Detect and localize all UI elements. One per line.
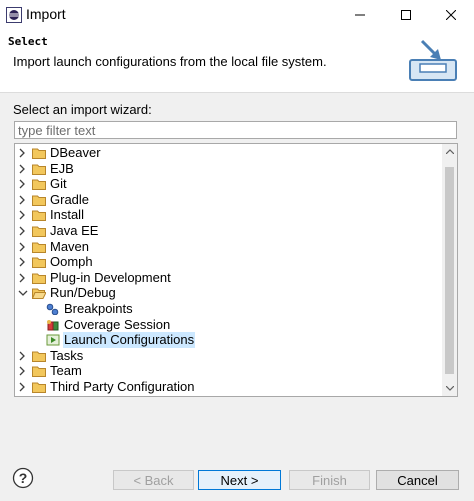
tree-item-label: Third Party Configuration — [50, 379, 195, 394]
folder-icon — [32, 225, 49, 237]
close-button[interactable] — [428, 0, 474, 30]
folder-icon — [32, 365, 49, 378]
tree-folder-item[interactable]: Team — [17, 363, 83, 379]
chevron-right-icon[interactable] — [17, 379, 29, 395]
tree-folder-item[interactable]: Git — [17, 176, 68, 192]
coverage-icon — [46, 319, 63, 331]
wizard-header: Select Import launch configurations from… — [0, 30, 474, 93]
folder-icon — [32, 147, 49, 159]
chevron-right-icon[interactable] — [17, 239, 29, 255]
folder-icon — [32, 163, 49, 175]
chevron-right-icon[interactable] — [17, 254, 29, 270]
folder-icon — [32, 209, 49, 222]
tree-item-label: Team — [50, 363, 82, 379]
tree-item-label: Maven — [50, 238, 90, 254]
wizard-tree[interactable]: DBeaver EJB Git Gradle Install Java EE Maven Oo… — [14, 143, 458, 397]
tree-item-label: Breakpoints — [64, 301, 133, 316]
chevron-right-icon[interactable] — [17, 176, 29, 192]
tree-folder-item[interactable]: Plug-in Development — [17, 270, 172, 286]
tree-item-label: Git — [50, 176, 67, 192]
tree-item-label: Coverage Session — [64, 316, 171, 332]
chevron-right-icon[interactable] — [17, 270, 29, 286]
chevron-right-icon[interactable] — [17, 145, 29, 161]
eclipse-app-icon — [6, 7, 22, 23]
tree-folder-item[interactable]: Maven — [17, 239, 90, 255]
import-banner-icon — [409, 39, 457, 81]
wizard-select-label: Select an import wizard: — [13, 102, 152, 117]
minimize-button[interactable] — [337, 0, 383, 30]
folder-icon — [32, 194, 49, 206]
tree-folder-item[interactable]: EJB — [17, 161, 75, 177]
tree-item-label: Launch Configurations — [63, 332, 196, 349]
back-button[interactable]: < Back — [113, 470, 194, 490]
tree-folder-item[interactable]: Third Party Configuration — [17, 379, 196, 395]
vertical-scrollbar[interactable] — [442, 144, 457, 396]
folder-icon — [32, 178, 49, 191]
tree-folder-item[interactable]: Tasks — [17, 348, 84, 364]
tree-item-label: DBeaver — [50, 145, 101, 160]
tree-leaf-item[interactable]: Launch Configurations — [31, 332, 196, 349]
minimize-icon — [355, 14, 365, 16]
svg-text:?: ? — [19, 470, 28, 486]
close-icon — [446, 10, 456, 20]
chevron-up-icon — [445, 149, 454, 154]
finish-button[interactable]: Finish — [289, 470, 370, 490]
chevron-right-icon[interactable] — [17, 161, 29, 177]
scroll-down-arrow[interactable] — [442, 381, 457, 396]
page-description: Import launch configurations from the lo… — [13, 54, 327, 69]
help-icon[interactable]: ? — [12, 467, 34, 489]
scroll-up-arrow[interactable] — [442, 144, 457, 159]
folder-icon — [32, 381, 49, 393]
folder-icon — [32, 241, 49, 253]
tree-leaf-item[interactable]: Breakpoints — [31, 301, 134, 317]
tree-folder-item[interactable]: Run/Debug — [17, 285, 117, 301]
tree-item-label: EJB — [50, 160, 74, 176]
tree-item-label: Run/Debug — [50, 285, 116, 301]
launch-config-icon — [46, 334, 63, 346]
tree-folder-item[interactable]: DBeaver — [17, 145, 102, 161]
tree-item-label: Oomph — [50, 254, 93, 270]
maximize-icon — [401, 10, 411, 20]
tree-item-label: Plug-in Development — [50, 269, 171, 285]
tree-folder-item[interactable]: Gradle — [17, 192, 90, 208]
tree-leaf-item[interactable]: Coverage Session — [31, 317, 171, 333]
breakpoints-icon — [46, 303, 63, 315]
page-title: Select — [8, 35, 48, 48]
tree-folder-item[interactable]: Oomph — [17, 254, 94, 270]
scrollbar-thumb[interactable] — [445, 167, 454, 374]
tree-item-label: Tasks — [50, 347, 84, 363]
chevron-right-icon[interactable] — [17, 363, 29, 379]
tree-item-label: Gradle — [50, 191, 90, 207]
chevron-right-icon[interactable] — [17, 348, 29, 364]
folder-icon — [32, 272, 49, 284]
chevron-right-icon[interactable] — [17, 223, 29, 239]
tree-item-label: Install — [50, 207, 84, 223]
maximize-button[interactable] — [383, 0, 429, 30]
folder-open-icon — [32, 287, 49, 300]
chevron-right-icon[interactable] — [17, 192, 29, 208]
window-title: Import — [26, 6, 66, 22]
folder-icon — [32, 350, 49, 362]
tree-folder-item[interactable]: Install — [17, 207, 85, 223]
chevron-right-icon[interactable] — [17, 207, 29, 223]
chevron-down-icon[interactable] — [17, 285, 29, 301]
tree-item-label: Java EE — [50, 223, 99, 238]
filter-input[interactable] — [14, 121, 457, 139]
next-button[interactable]: Next > — [198, 470, 281, 490]
folder-icon — [32, 256, 49, 269]
title-bar: Import — [0, 0, 474, 30]
cancel-button[interactable]: Cancel — [376, 470, 459, 490]
chevron-down-icon — [445, 386, 454, 391]
tree-folder-item[interactable]: Java EE — [17, 223, 99, 239]
